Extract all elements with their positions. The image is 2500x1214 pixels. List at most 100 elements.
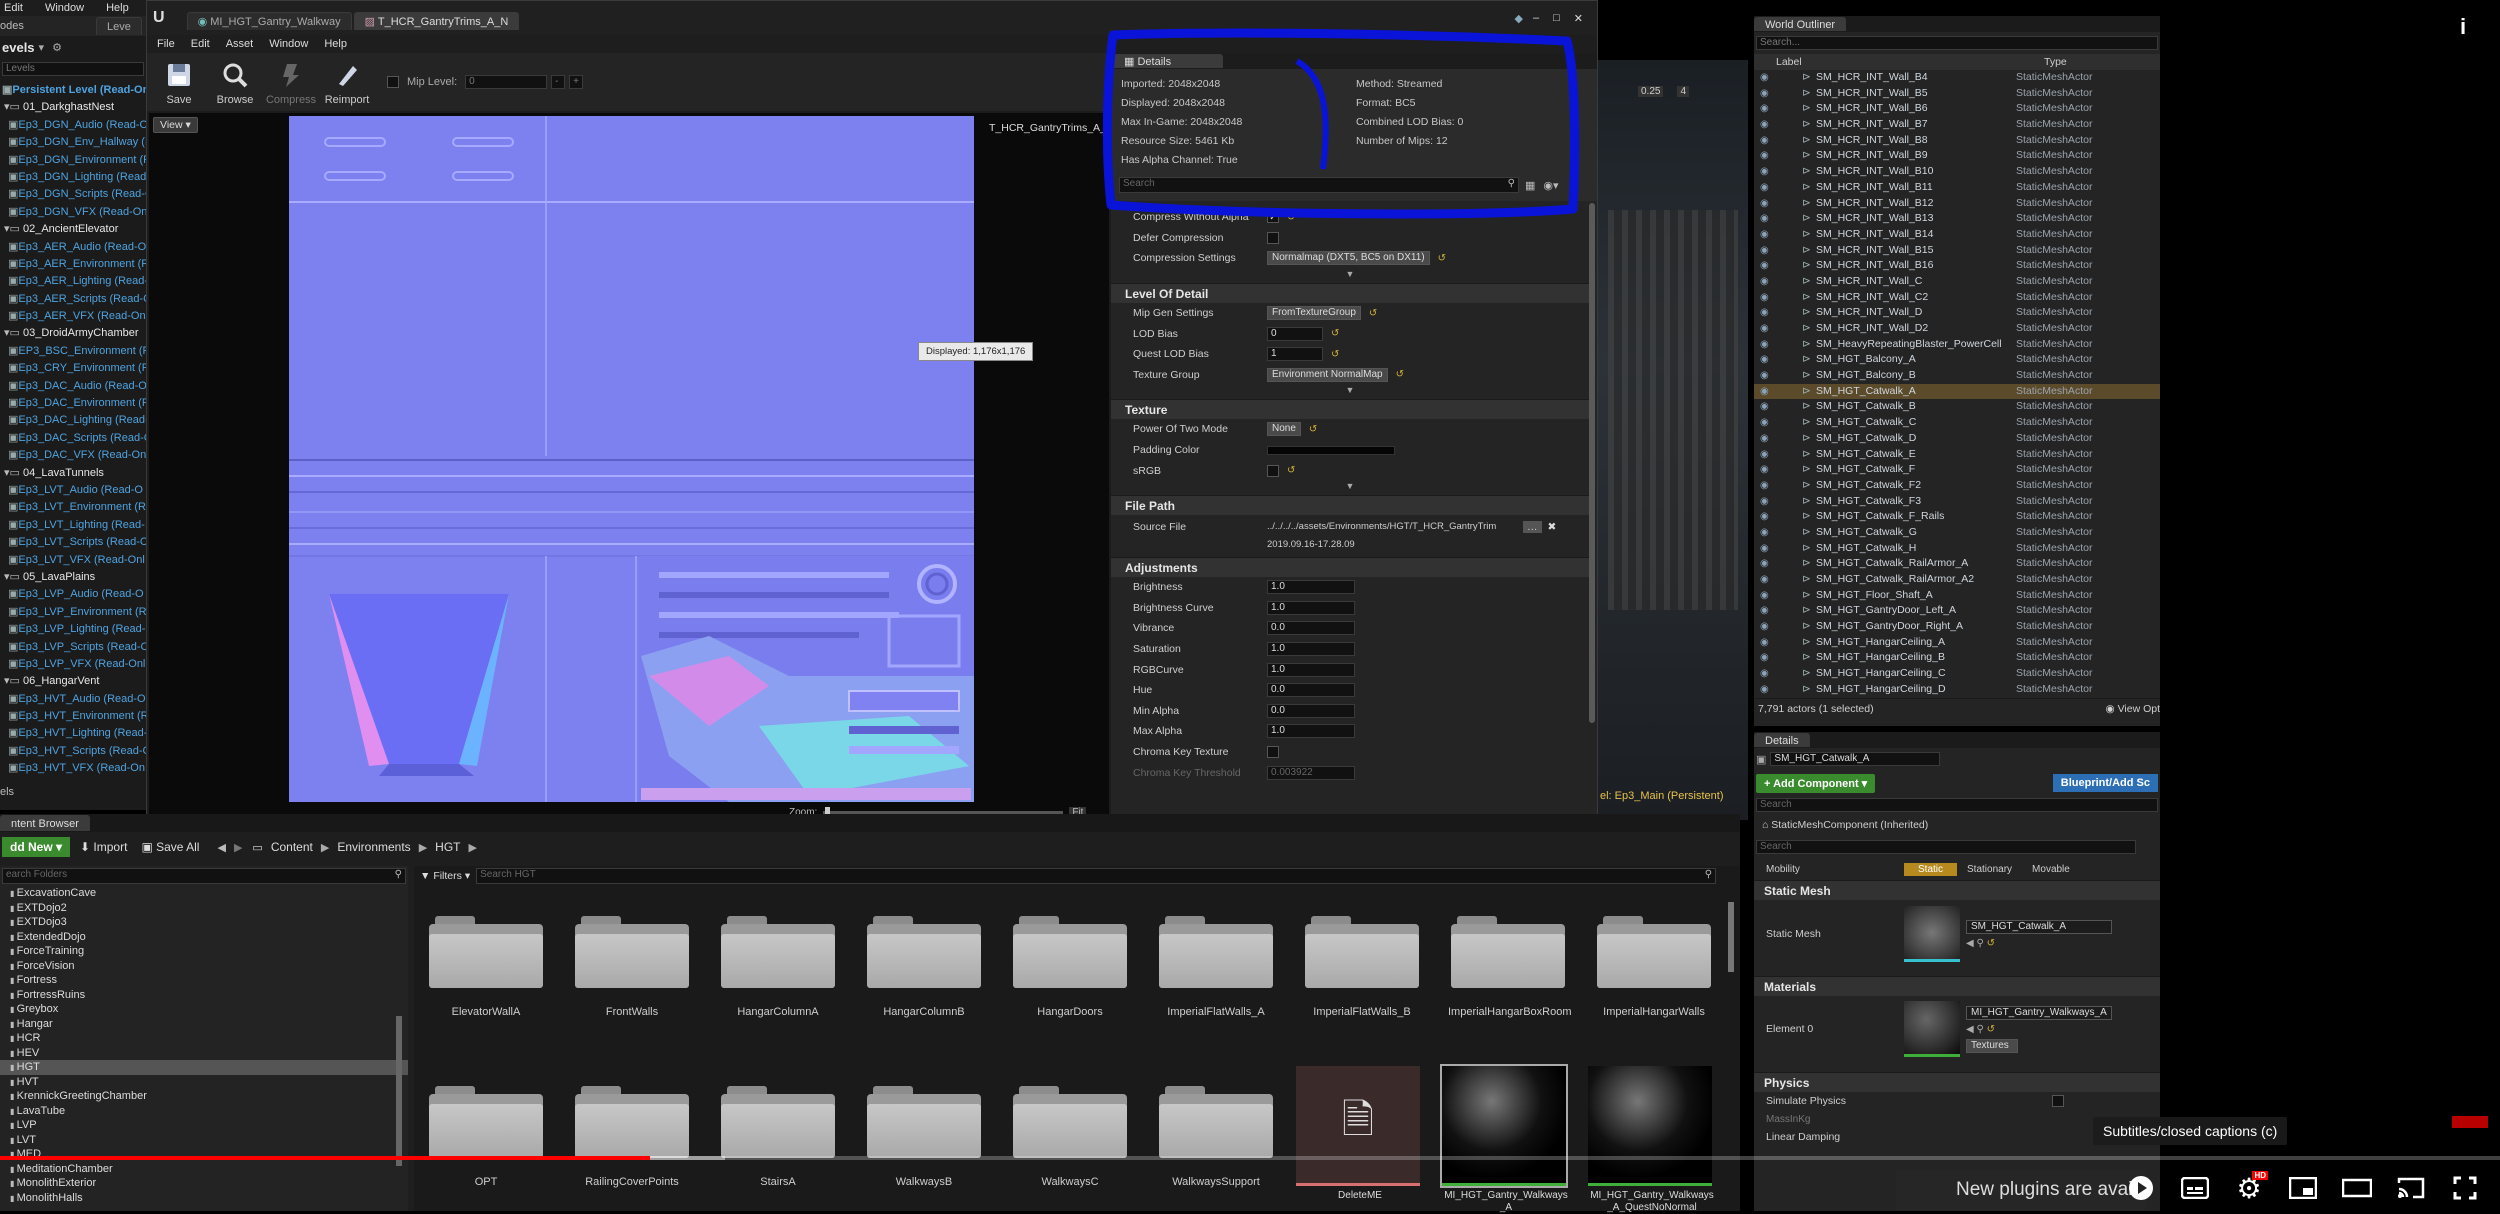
reset-default-icon[interactable]: ↺: [1396, 369, 1404, 380]
outliner-row[interactable]: ◉ ⊳ SM_HCR_INT_Wall_B4 StaticMeshActor: [1754, 70, 2160, 86]
outliner-row[interactable]: ◉ ⊳ SM_HGT_Catwalk_F_Rails StaticMeshActor: [1754, 509, 2160, 525]
outliner-row[interactable]: ◉ ⊳ SM_HGT_HangarCeiling_A StaticMeshActor: [1754, 635, 2160, 651]
asset-folder[interactable]: HangarColumnB: [864, 916, 984, 1018]
levels-search[interactable]: Levels: [2, 62, 144, 76]
level-item[interactable]: ▣Ep3_DGN_Env_Hallway (R: [0, 134, 146, 151]
property-number-input[interactable]: 0: [1267, 326, 1323, 341]
tab-texture[interactable]: ▨ T_HCR_GantryTrims_A_N: [353, 12, 520, 30]
visibility-eye-icon[interactable]: ◉: [1760, 290, 1769, 306]
actor-details-tab[interactable]: Details: [1754, 733, 1810, 747]
outliner-row[interactable]: ◉ ⊳ SM_HGT_Catwalk_G StaticMeshActor: [1754, 525, 2160, 541]
level-item[interactable]: ▣Ep3_HVT_Lighting (Read-: [0, 725, 146, 742]
cast-icon[interactable]: [2394, 1171, 2428, 1205]
expand-arrow-icon[interactable]: ▼: [1111, 269, 1589, 283]
outliner-search[interactable]: Search...: [1756, 36, 2158, 50]
property-checkbox[interactable]: [1267, 231, 1279, 244]
outliner-row[interactable]: ◉ ⊳ SM_HCR_INT_Wall_D2 StaticMeshActor: [1754, 321, 2160, 337]
asset-folder[interactable]: RailingCoverPoints: [572, 1086, 692, 1188]
level-item[interactable]: ▣Ep3_HVT_Scripts (Read-C: [0, 743, 146, 760]
tree-folder[interactable]: ▮ MonolithHalls: [0, 1191, 408, 1206]
asset-folder[interactable]: StairsA: [718, 1086, 838, 1188]
tree-folder[interactable]: ▮ LVP: [0, 1118, 408, 1133]
visibility-eye-icon[interactable]: ◉: [1760, 196, 1769, 212]
modes-label[interactable]: odes: [0, 20, 96, 32]
level-item[interactable]: ▣Ep3_DAC_Audio (Read-O: [0, 378, 146, 395]
level-item[interactable]: ▣Ep3_AER_Audio (Read-O: [0, 239, 146, 256]
asset-folder[interactable]: WalkwaysC: [1010, 1086, 1130, 1188]
visibility-eye-icon[interactable]: ◉: [1760, 447, 1769, 463]
save-button[interactable]: Save: [151, 52, 207, 112]
asset-folder[interactable]: HangarDoors: [1010, 916, 1130, 1018]
search-icon-2[interactable]: ⚲: [1976, 938, 1986, 949]
lod-section-header[interactable]: Level Of Detail: [1111, 282, 1589, 303]
asset-folder[interactable]: OPT: [426, 1086, 546, 1188]
visibility-eye-icon[interactable]: ◉: [1760, 588, 1769, 604]
filepath-section-header[interactable]: File Path: [1111, 494, 1589, 515]
outliner-row[interactable]: ◉ ⊳ SM_HCR_INT_Wall_B15 StaticMeshActor: [1754, 243, 2160, 259]
level-item[interactable]: ▣Persistent Level (Read-On: [0, 82, 146, 99]
video-progress-bar[interactable]: [0, 1156, 2500, 1160]
tree-folder[interactable]: ▮ HVT: [0, 1075, 408, 1090]
visibility-eye-icon[interactable]: ◉: [1760, 117, 1769, 133]
reset-icon-2[interactable]: ↺: [1987, 1024, 1995, 1035]
outliner-row[interactable]: ◉ ⊳ SM_HCR_INT_Wall_D StaticMeshActor: [1754, 305, 2160, 321]
tree-folder[interactable]: ▮ Fortress: [0, 973, 408, 988]
property-number-input[interactable]: 1: [1267, 347, 1323, 362]
outliner-row[interactable]: ◉ ⊳ SM_HGT_Catwalk_RailArmor_A StaticMeshAc…: [1754, 556, 2160, 572]
level-item[interactable]: ▣EP3_BSC_Environment (R: [0, 343, 146, 360]
blueprint-button[interactable]: Blueprint/Add Sc: [2052, 774, 2158, 792]
asset-folder[interactable]: ImperialHangarWalls: [1594, 916, 1714, 1018]
outliner-row[interactable]: ◉ ⊳ SM_HCR_INT_Wall_B10 StaticMeshActor: [1754, 164, 2160, 180]
outliner-row[interactable]: ◉ ⊳ SM_HCR_INT_Wall_C StaticMeshActor: [1754, 274, 2160, 290]
asset-search-input[interactable]: Search HGT ⚲: [476, 868, 1717, 884]
level-folder[interactable]: ▾▭ 02_AncientElevator: [0, 221, 146, 238]
visibility-eye-icon[interactable]: ◉: [1760, 541, 1769, 557]
component-item[interactable]: ⌂ StaticMeshComponent (Inherited): [1754, 814, 2160, 836]
asset-document[interactable]: 🗎 DeleteME: [1296, 1066, 1424, 1202]
visibility-eye-icon[interactable]: ◉: [1760, 101, 1769, 117]
outliner-row[interactable]: ◉ ⊳ SM_HGT_Catwalk_H StaticMeshActor: [1754, 541, 2160, 557]
component-search[interactable]: Search: [1756, 798, 2158, 812]
level-folder[interactable]: ▾▭ 05_LavaPlains: [0, 569, 146, 586]
visibility-eye-icon[interactable]: ◉: [1760, 368, 1769, 384]
level-item[interactable]: ▣Ep3_DAC_Environment (R: [0, 395, 146, 412]
visibility-eye-icon[interactable]: ◉: [1760, 227, 1769, 243]
visibility-eye-icon[interactable]: ◉: [1760, 415, 1769, 431]
expand-arrow-icon-3[interactable]: ▼: [1111, 481, 1589, 495]
level-item[interactable]: ▣Ep3_LVP_VFX (Read-Onl: [0, 656, 146, 673]
property-checkbox[interactable]: [1267, 464, 1279, 477]
level-item[interactable]: ▣Ep3_DAC_VFX (Read-Onl: [0, 447, 146, 464]
mobility-stationary[interactable]: Stationary: [1957, 863, 2022, 876]
folder-tree-scrollbar[interactable]: [396, 1016, 402, 1166]
level-item[interactable]: ▣Ep3_AER_Scripts (Read-C: [0, 291, 146, 308]
path-content[interactable]: Content: [271, 840, 313, 854]
adjustment-input[interactable]: 0.003922: [1267, 765, 1355, 780]
menu-help-2[interactable]: Help: [324, 38, 347, 50]
level-item[interactable]: ▣Ep3_DGN_Scripts (Read-C: [0, 186, 146, 203]
visibility-eye-icon[interactable]: ◉: [1760, 462, 1769, 478]
visibility-eye-icon[interactable]: ◉: [1760, 243, 1769, 259]
visibility-eye-icon[interactable]: ◉: [1760, 635, 1769, 651]
level-item[interactable]: ▣Ep3_LVT_Scripts (Read-C: [0, 534, 146, 551]
outliner-row[interactable]: ◉ ⊳ SM_HGT_HangarCeiling_B StaticMeshActor: [1754, 650, 2160, 666]
level-folder[interactable]: ▾▭ 03_DroidArmyChamber: [0, 325, 146, 342]
outliner-row[interactable]: ◉ ⊳ SM_HGT_GantryDoor_Left_A StaticMeshActo…: [1754, 603, 2160, 619]
chevron-down-icon[interactable]: ▾: [39, 41, 45, 54]
outliner-row[interactable]: ◉ ⊳ SM_HCR_INT_Wall_B9 StaticMeshActor: [1754, 148, 2160, 164]
adjustment-input[interactable]: 1.0: [1267, 580, 1355, 595]
outliner-row[interactable]: ◉ ⊳ SM_HCR_INT_Wall_B14 StaticMeshActor: [1754, 227, 2160, 243]
add-new-button[interactable]: dd New ▾: [2, 837, 71, 857]
save-all-button[interactable]: ▣ Save All: [141, 840, 199, 854]
visibility-eye-icon[interactable]: ◉: [1760, 180, 1769, 196]
level-item[interactable]: ▣Ep3_HVT_Audio (Read-O: [0, 691, 146, 708]
arrow-left-icon[interactable]: ◀: [1966, 938, 1976, 949]
static-mesh-thumbnail[interactable]: [1904, 906, 1960, 962]
level-folder[interactable]: ▾▭ 04_LavaTunnels: [0, 465, 146, 482]
add-component-button[interactable]: + Add Component ▾: [1756, 773, 1876, 793]
path-hgt[interactable]: HGT: [435, 840, 460, 854]
mip-level-increase[interactable]: +: [569, 75, 584, 89]
menu-help[interactable]: Help: [106, 2, 129, 14]
static-mesh-section[interactable]: Static Mesh: [1754, 880, 2160, 900]
reset-default-icon[interactable]: ↺: [1287, 465, 1295, 476]
asset-folder[interactable]: ImperialFlatWalls_B: [1302, 916, 1422, 1018]
